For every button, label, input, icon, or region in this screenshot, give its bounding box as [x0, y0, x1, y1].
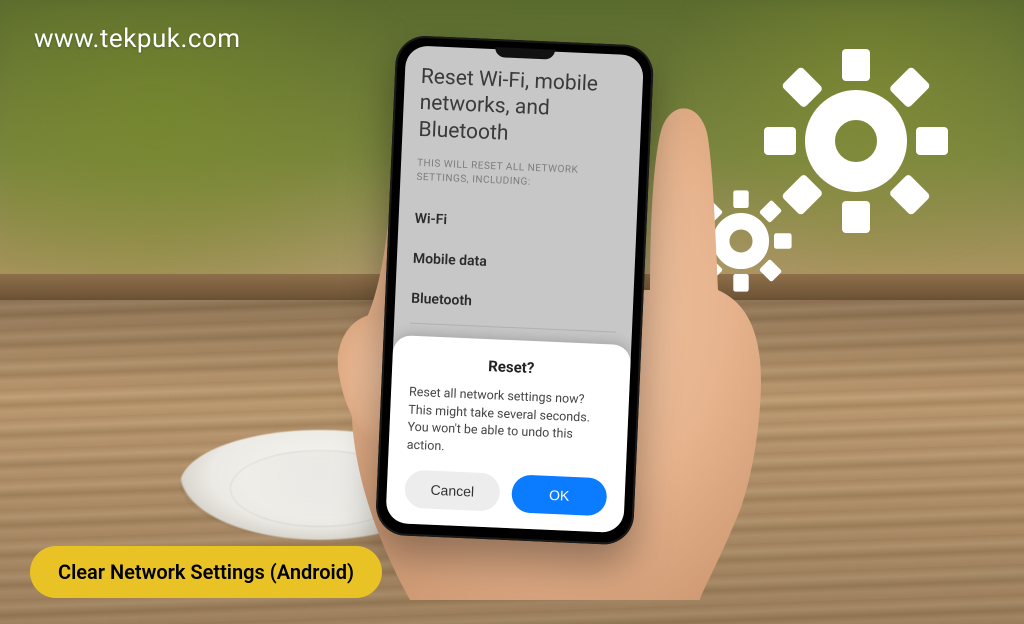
ok-button[interactable]: OK [511, 474, 608, 516]
phone-device: Reset Wi-Fi, mobile networks, and Blueto… [375, 35, 655, 546]
reset-dialog: Reset? Reset all network settings now? T… [385, 335, 631, 533]
dialog-body: Reset all network settings now? This mig… [406, 384, 611, 463]
reset-subheader: THIS WILL RESET ALL NETWORK SETTINGS, IN… [416, 157, 623, 194]
cancel-button[interactable]: Cancel [404, 470, 501, 512]
caption-pill: Clear Network Settings (Android) [30, 546, 382, 598]
gear-icon [686, 36, 976, 296]
page-title: Reset Wi-Fi, mobile networks, and Blueto… [418, 64, 627, 152]
gear-decoration [686, 36, 976, 296]
dialog-title: Reset? [410, 354, 613, 381]
phone-screen: Reset Wi-Fi, mobile networks, and Blueto… [385, 45, 644, 533]
option-bluetooth: Bluetooth [410, 278, 618, 327]
watermark-text: www.tekpuk.com [34, 24, 241, 54]
dialog-actions: Cancel OK [404, 470, 607, 517]
